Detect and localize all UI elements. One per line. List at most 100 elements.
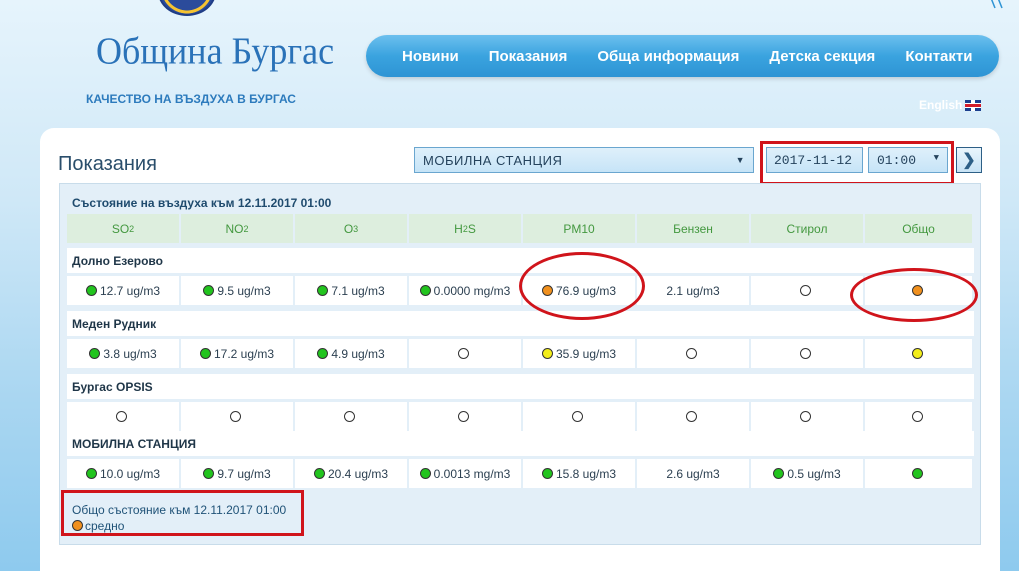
table-cell: 2.6 ug/m3 (637, 459, 749, 488)
table-cell: 0.0000 mg/m3 (409, 276, 521, 305)
status-dot-icon (911, 468, 923, 479)
table-cell: 3.8 ug/m3 (67, 339, 179, 368)
next-button[interactable]: ❯ (956, 147, 982, 173)
column-header-text: SO (111, 221, 130, 236)
column-header-text: NO (225, 221, 244, 236)
table-cell: 0.0013 mg/m3 (409, 459, 521, 488)
station-name-row: Долно Езерово (67, 248, 974, 273)
station-name: Меден Рудник (72, 316, 157, 331)
status-dot-icon (317, 285, 329, 296)
status-dot-icon (317, 348, 329, 359)
column-header-suffix: S (467, 221, 476, 236)
column-header-text: Стирол (786, 221, 828, 236)
status-dot-icon (344, 411, 355, 422)
status-dot-icon (800, 348, 811, 359)
decorative-lines-icon (990, 0, 1003, 9)
status-dot-icon (199, 348, 211, 359)
column-header: PM10 (523, 214, 635, 243)
measurement-value: 9.7 ug/m3 (217, 466, 271, 481)
status-dot-icon (800, 411, 811, 422)
station-name-row: Меден Рудник (67, 311, 974, 336)
table-row: 10.0 ug/m3 9.7 ug/m3 20.4 ug/m3 0.0013 mg/m… (67, 459, 974, 488)
column-header-subscript: 2 (243, 223, 249, 234)
table-cell: 0.5 ug/m3 (751, 459, 863, 488)
column-header-subscript: 3 (353, 223, 359, 234)
status-dot-icon (800, 285, 811, 296)
table-cell (523, 402, 635, 431)
table-cell: 12.7 ug/m3 (67, 276, 179, 305)
status-dot-icon (541, 348, 553, 359)
status-dot-icon (458, 348, 469, 359)
nav-item-kids-section[interactable]: Детска секция (769, 48, 875, 65)
station-select[interactable]: МОБИЛНА СТАНЦИЯ ▼ (414, 147, 754, 173)
status-dot-icon (572, 411, 583, 422)
status-dot-icon (911, 348, 923, 359)
station-select-value: МОБИЛНА СТАНЦИЯ (423, 152, 563, 168)
measurement-value: 12.7 ug/m3 (99, 283, 161, 298)
page-title: Показания (58, 153, 157, 175)
station-name-row: Бургас OPSIS (67, 374, 974, 399)
table-cell (751, 402, 863, 431)
measurement-value: 9.5 ug/m3 (217, 283, 271, 298)
nav-item-contacts[interactable]: Контакти (905, 48, 972, 65)
table-cell (865, 402, 972, 431)
station-name-row: МОБИЛНА СТАНЦИЯ (67, 431, 974, 456)
site-tagline: КАЧЕСТВО НА ВЪЗДУХА В БУРГАС (86, 92, 296, 106)
logo-text[interactable]: Община Бургас (96, 29, 334, 73)
measurement-value: 4.9 ug/m3 (331, 346, 385, 361)
table-cell (181, 402, 293, 431)
nav-item-news[interactable]: Новини (402, 48, 459, 65)
status-dot-icon (911, 411, 923, 422)
table-cell (865, 339, 972, 368)
status-dot-icon (419, 468, 431, 479)
station-name: МОБИЛНА СТАНЦИЯ (72, 436, 196, 451)
nav-item-readings[interactable]: Показания (489, 48, 568, 65)
nav-item-general-info[interactable]: Обща информация (597, 48, 739, 65)
column-header-subscript: 2 (129, 223, 135, 234)
column-header: H2S (409, 214, 521, 243)
measurement-value: 7.1 ug/m3 (331, 283, 385, 298)
table-cell (409, 339, 521, 368)
table-cell: 9.7 ug/m3 (181, 459, 293, 488)
language-link-label[interactable]: English (919, 98, 962, 112)
table-cell (751, 276, 863, 305)
table-cell (295, 402, 407, 431)
measurement-value: 0.0000 mg/m3 (433, 283, 511, 298)
status-dot-icon (89, 348, 101, 359)
uk-flag-icon[interactable] (965, 99, 982, 111)
measurement-value: 10.0 ug/m3 (99, 466, 161, 481)
status-dot-icon (85, 285, 97, 296)
annotation-box-datetime (760, 141, 954, 185)
measurement-value: 2.1 ug/m3 (666, 283, 720, 298)
measurement-value: 0.5 ug/m3 (787, 466, 841, 481)
measurement-value: 0.0013 mg/m3 (433, 466, 511, 481)
status-dot-icon (230, 411, 241, 422)
annotation-ellipse-overall (850, 268, 978, 322)
table-cell (865, 459, 972, 488)
annotation-ellipse-pm10 (519, 252, 645, 320)
column-header-text: Общо (902, 221, 935, 236)
column-header: NO 2 (181, 214, 293, 243)
table-cell: 4.9 ug/m3 (295, 339, 407, 368)
table-cell (637, 402, 749, 431)
column-header-text: H (454, 221, 463, 236)
measurement-value: 3.8 ug/m3 (103, 346, 157, 361)
municipality-emblem-icon[interactable] (158, 0, 216, 16)
dropdown-arrow-icon: ▼ (735, 155, 745, 165)
table-cell: 7.1 ug/m3 (295, 276, 407, 305)
table-cell (409, 402, 521, 431)
language-switch[interactable]: English (919, 98, 982, 112)
column-header: Стирол (751, 214, 863, 243)
measurement-value: 35.9 ug/m3 (555, 346, 617, 361)
status-dot-icon (203, 468, 215, 479)
column-header: SO 2 (67, 214, 179, 243)
annotation-box-summary (61, 490, 304, 536)
status-heading: Състояние на въздуха към 12.11.2017 01:0… (72, 196, 332, 210)
main-navigation: Новини Показания Обща информация Детска … (366, 35, 999, 77)
column-header: O3 (295, 214, 407, 243)
table-cell (67, 402, 179, 431)
table-row: 3.8 ug/m3 17.2 ug/m3 4.9 ug/m3 35.9 ug/m3 (67, 339, 974, 368)
table-cell: 35.9 ug/m3 (523, 339, 635, 368)
measurement-value: 20.4 ug/m3 (327, 466, 389, 481)
table-cell: 10.0 ug/m3 (67, 459, 179, 488)
